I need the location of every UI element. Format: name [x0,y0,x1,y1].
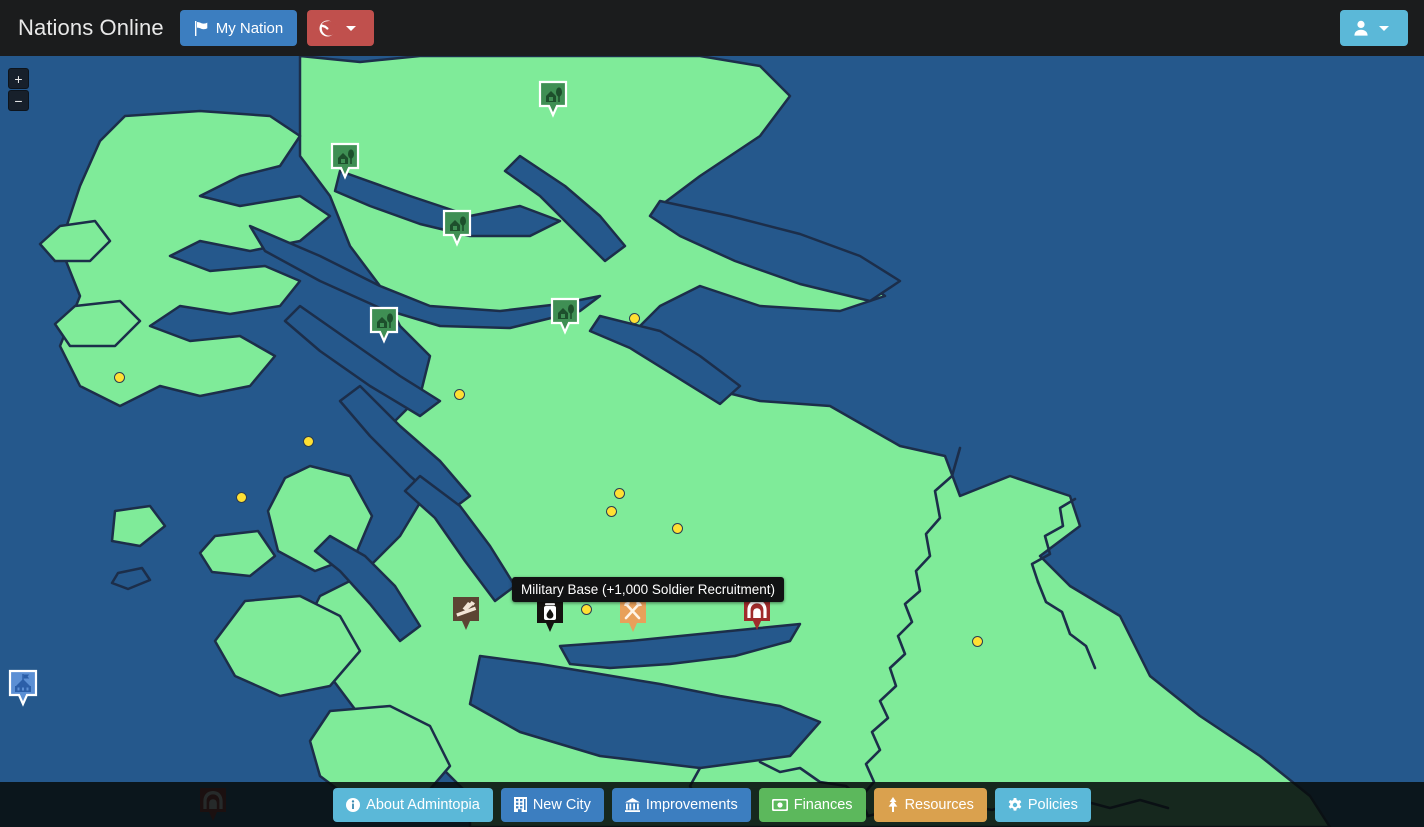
toolbar-button-finances[interactable]: Finances [758,787,866,822]
top-navbar: Nations Online My Nation [0,0,1424,56]
mining-marker[interactable] [618,597,648,637]
resource-dot[interactable] [972,636,983,647]
city-house-icon [538,80,568,118]
bank-icon [624,797,640,812]
my-nation-label: My Nation [215,19,284,37]
user-dropdown-button[interactable] [1340,10,1408,46]
toolbar-button-new-city[interactable]: New City [500,787,604,822]
resource-dot[interactable] [629,313,640,324]
brand-title: Nations Online [18,15,164,40]
city-marker[interactable] [538,80,568,120]
map-geometry [0,56,1424,827]
city-marker[interactable] [442,209,472,249]
chevron-down-icon [346,25,357,31]
city-marker[interactable] [369,306,399,346]
user-icon [1353,20,1369,36]
money-icon [771,798,788,811]
toolbar-button-label: New City [532,796,591,813]
toolbar-button-resources[interactable]: Resources [873,787,987,822]
zoom-out-button[interactable]: − [8,90,29,111]
oil-marker[interactable] [535,597,565,637]
zoom-controls: + − [8,68,29,112]
resource-dot[interactable] [672,523,683,534]
resource-dot[interactable] [454,389,465,400]
app-root: Nations Online My Nation + − Military Ba… [0,0,1424,827]
toolbar-button-about-admintopia[interactable]: About Admintopia [333,787,493,822]
toolbar-button-label: Improvements [645,796,738,813]
zoom-in-button[interactable]: + [8,68,29,89]
bottom-toolbar: About Admintopia New City Improvements Fina… [0,782,1424,827]
capital-marker[interactable] [8,669,38,709]
toolbar-button-label: About Admintopia [366,796,480,813]
chevron-down-icon [1379,25,1389,31]
city-marker[interactable] [330,142,360,182]
toolbar-button-policies[interactable]: Policies [994,787,1091,822]
oil-barrel-icon [537,599,563,632]
map-tooltip: Military Base (+1,000 Soldier Recruitmen… [512,577,784,602]
toolbar-button-label: Policies [1027,796,1078,813]
globe-icon [319,20,337,37]
resource-dot[interactable] [236,492,247,503]
world-map[interactable]: + − Military Base (+1,000 Soldier Recrui… [0,56,1424,827]
my-nation-button[interactable]: My Nation [179,10,298,46]
info-circle-icon [346,797,361,812]
city-house-icon [330,142,360,180]
gear-icon [1008,797,1022,812]
crossed-hammers-icon [620,599,646,632]
toolbar-button-label: Resources [904,796,974,813]
building-icon [513,797,527,812]
capitol-building-icon [8,669,38,707]
city-house-icon [550,297,580,335]
saw-icon [453,597,479,630]
toolbar-button-label: Finances [793,796,853,813]
city-house-icon [369,306,399,344]
resource-dot[interactable] [114,372,125,383]
resource-dot[interactable] [614,488,625,499]
city-house-icon [442,209,472,247]
toolbar-button-improvements[interactable]: Improvements [611,787,751,822]
city-marker[interactable] [550,297,580,337]
tree-icon [887,797,899,812]
resource-dot[interactable] [303,436,314,447]
resource-dot[interactable] [581,604,592,615]
globe-dropdown-button[interactable] [307,10,375,46]
flag-icon [194,20,210,36]
resource-dot[interactable] [606,506,617,517]
navbar-right-group [1340,10,1408,46]
timber-marker[interactable] [451,595,481,635]
